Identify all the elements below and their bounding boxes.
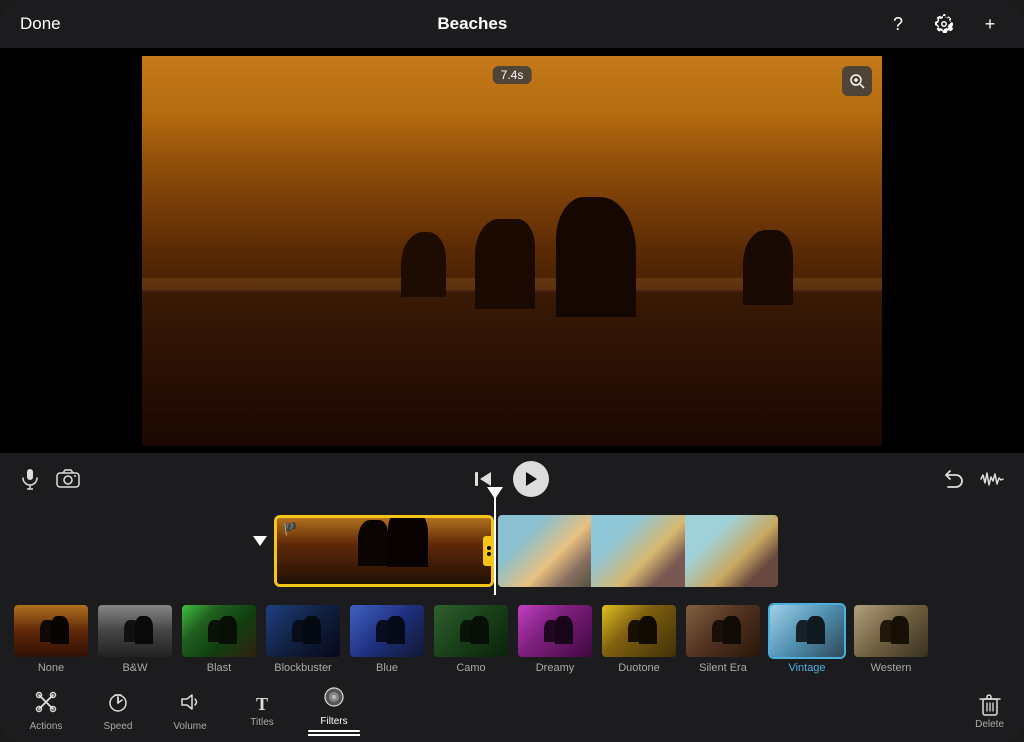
timeline-clips: 🏴	[150, 515, 778, 587]
filter-item-vintage[interactable]: Vintage	[766, 603, 848, 674]
camera-icon[interactable]	[56, 469, 80, 489]
filter-label-silentera: Silent Era	[699, 662, 747, 674]
undo-icon[interactable]	[942, 469, 964, 489]
header-icons: ? +	[884, 10, 1004, 38]
next-clip[interactable]	[498, 515, 778, 587]
volume-label: Volume	[173, 721, 206, 732]
controls-right	[942, 469, 1004, 489]
filter-item-none[interactable]: None	[10, 603, 92, 674]
filter-label-western: Western	[871, 662, 912, 674]
filter-item-blue[interactable]: Blue	[346, 603, 428, 674]
controls-bar	[0, 453, 1024, 505]
filter-thumb-western	[852, 603, 930, 659]
speed-label: Speed	[104, 721, 133, 732]
filter-item-blast[interactable]: Blast	[178, 603, 260, 674]
video-scene: 7.4s	[142, 56, 882, 446]
microphone-icon[interactable]	[20, 468, 40, 490]
filter-thumb-vintage	[768, 603, 846, 659]
timestamp-badge: 7.4s	[493, 66, 532, 84]
header-bar: Done Beaches ? +	[0, 0, 1024, 48]
controls-left	[20, 468, 80, 490]
playhead-head	[487, 487, 503, 499]
tool-filters[interactable]: Filters	[308, 686, 360, 736]
video-preview: 7.4s	[0, 48, 1024, 453]
actions-icon	[35, 691, 57, 719]
filter-label-bw: B&W	[122, 662, 147, 674]
filter-label-blockbuster: Blockbuster	[274, 662, 331, 674]
filter-thumb-silentera	[684, 603, 762, 659]
timeline-area: 🏴	[0, 505, 1024, 686]
rock-left	[475, 219, 535, 309]
rock-small	[743, 230, 793, 305]
surfer-figure	[527, 285, 531, 297]
tool-titles[interactable]: T Titles	[236, 694, 288, 728]
tool-volume[interactable]: Volume	[164, 691, 216, 732]
filter-item-camo[interactable]: Camo	[430, 603, 512, 674]
project-title: Beaches	[437, 14, 507, 34]
titles-icon: T	[256, 694, 268, 715]
filter-label-blue: Blue	[376, 662, 398, 674]
filter-thumb-blue	[348, 603, 426, 659]
filter-thumb-blast	[180, 603, 258, 659]
filter-item-western[interactable]: Western	[850, 603, 932, 674]
filter-thumb-dreamy	[516, 603, 594, 659]
filter-item-blockbuster[interactable]: Blockbuster	[262, 603, 344, 674]
filter-thumb-blockbuster	[264, 603, 342, 659]
filter-item-bw[interactable]: B&W	[94, 603, 176, 674]
waveform-icon[interactable]	[980, 469, 1004, 489]
done-button[interactable]: Done	[20, 14, 61, 34]
rock-right	[556, 197, 636, 317]
delete-label: Delete	[975, 719, 1004, 730]
add-icon[interactable]: +	[976, 10, 1004, 38]
toolbar-tools: Actions Speed	[20, 686, 360, 736]
rock-far	[401, 232, 446, 297]
filter-label-camo: Camo	[456, 662, 485, 674]
settings-icon[interactable]	[930, 10, 958, 38]
filter-label-duotone: Duotone	[618, 662, 660, 674]
timeline-strip: 🏴	[0, 511, 1024, 591]
filter-thumb-none	[12, 603, 90, 659]
filter-label-vintage: Vintage	[788, 662, 825, 674]
skip-back-icon[interactable]	[473, 469, 493, 489]
volume-icon	[179, 691, 201, 719]
filter-item-duotone[interactable]: Duotone	[598, 603, 680, 674]
filter-label-blast: Blast	[207, 662, 231, 674]
playhead-line	[494, 495, 496, 595]
controls-center	[473, 461, 549, 497]
titles-label: Titles	[250, 717, 274, 728]
filter-label-none: None	[38, 662, 64, 674]
clip-end-handle[interactable]	[483, 536, 494, 566]
zoom-button[interactable]	[842, 66, 872, 96]
filters-label: Filters	[320, 716, 347, 727]
play-button[interactable]	[513, 461, 549, 497]
bottom-toolbar: Actions Speed	[0, 686, 1024, 742]
actions-label: Actions	[30, 721, 63, 732]
trash-icon	[979, 693, 1001, 717]
help-icon[interactable]: ?	[884, 10, 912, 38]
speed-icon	[107, 691, 129, 719]
app-container: Done Beaches ? + 7.4s	[0, 0, 1024, 742]
ground-layer	[142, 290, 882, 446]
filters-strip: None B&W B	[0, 599, 1024, 678]
filter-thumb-camo	[432, 603, 510, 659]
tool-speed[interactable]: Speed	[92, 691, 144, 732]
filter-thumb-bw	[96, 603, 174, 659]
active-indicator	[308, 730, 360, 732]
filter-thumb-duotone	[600, 603, 678, 659]
filter-label-dreamy: Dreamy	[536, 662, 575, 674]
filters-icon	[323, 686, 345, 714]
video-canvas: 7.4s	[142, 56, 882, 446]
delete-button[interactable]: Delete	[975, 693, 1004, 730]
filter-item-silentera[interactable]: Silent Era	[682, 603, 764, 674]
filter-item-dreamy[interactable]: Dreamy	[514, 603, 596, 674]
clip-flag-icon: 🏴	[283, 522, 298, 536]
selected-clip[interactable]: 🏴	[274, 515, 494, 587]
tool-actions[interactable]: Actions	[20, 691, 72, 732]
playhead-triangle	[253, 536, 267, 546]
